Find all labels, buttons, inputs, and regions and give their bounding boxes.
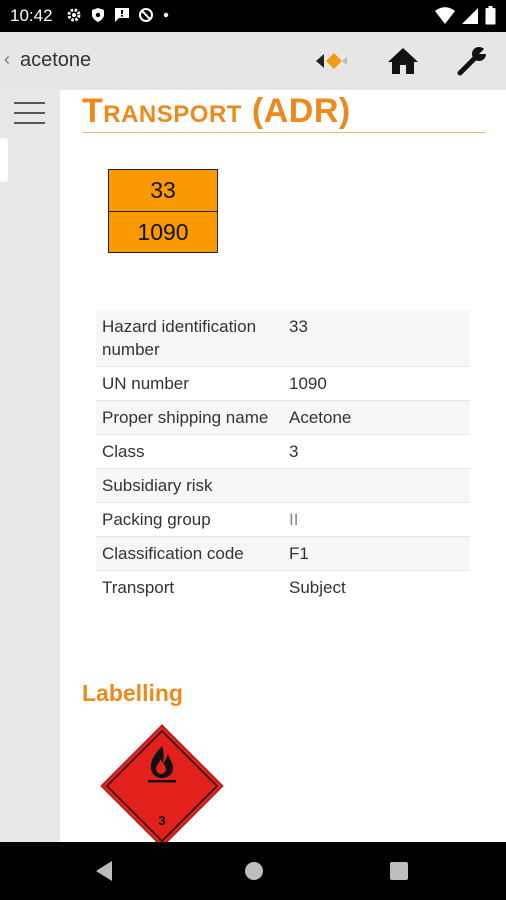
home-button[interactable] [385, 44, 421, 78]
row-label: Proper shipping name [96, 400, 283, 435]
flammable-liquid-label: 3 [100, 724, 224, 842]
wifi-icon [435, 6, 455, 24]
title-divider [82, 132, 486, 133]
status-bar: 10:42 [0, 0, 506, 32]
side-panel-tab[interactable] [0, 138, 8, 182]
menu-button[interactable] [14, 100, 46, 126]
row-label: Transport [102, 578, 175, 597]
message-icon [115, 8, 129, 22]
table-row: Subsidiary risk [96, 468, 470, 503]
transport-properties-table: Hazard identification number 33 UN number… [96, 310, 470, 604]
nav-home-icon[interactable] [241, 858, 267, 884]
row-value: 1090 [283, 366, 470, 401]
row-value: 33 [283, 310, 470, 367]
table-row: Packing group II [96, 502, 470, 537]
signal-icon [462, 7, 478, 24]
status-system-icons [435, 6, 496, 25]
table-row: Transport Subject [96, 571, 470, 605]
row-label: UN number [96, 366, 283, 401]
wrench-icon [457, 47, 487, 76]
row-value: Subject [289, 578, 346, 597]
route-transport-button[interactable] [313, 44, 349, 78]
status-time: 10:42 [10, 6, 53, 25]
page-title: Transport (ADR) [82, 92, 351, 130]
settings-button[interactable] [454, 44, 490, 78]
row-label: Hazard identification number [96, 310, 283, 367]
row-value: F1 [283, 536, 470, 571]
system-nav-bar [0, 842, 506, 900]
row-label: Packing group [96, 502, 283, 537]
row-label: Classification code [96, 536, 283, 571]
adr-orange-plate: 33 1090 [108, 169, 218, 253]
status-notification-icons [66, 7, 170, 23]
table-row: Proper shipping name Acetone [96, 400, 470, 435]
table-row: Class 3 [96, 434, 470, 469]
row-value [283, 468, 470, 503]
table-row: Classification code F1 [96, 536, 470, 571]
nav-back-icon[interactable] [92, 858, 118, 884]
battery-icon [485, 6, 496, 25]
plate-un-number: 1090 [137, 219, 189, 245]
table-row: UN number 1090 [96, 366, 470, 401]
main-content: Transport (ADR) 33 1090 Hazard identific… [60, 90, 506, 842]
route-transport-icon [316, 53, 347, 69]
row-value: Acetone [283, 400, 470, 435]
dot-icon [163, 12, 169, 18]
plate-hazard-id: 33 [109, 170, 217, 212]
gear-icon [67, 8, 81, 22]
back-chevron-icon[interactable]: ‹ [4, 49, 10, 70]
shield-icon [92, 8, 104, 22]
home-icon [388, 48, 418, 74]
hazard-class-number: 3 [158, 813, 165, 828]
row-value: 3 [283, 434, 470, 469]
row-label: Subsidiary risk [96, 468, 283, 503]
row-value: II [283, 502, 470, 537]
back-title[interactable]: acetone [20, 49, 91, 72]
do-not-disturb-icon [139, 8, 153, 22]
nav-recents-icon[interactable] [386, 858, 412, 884]
labelling-heading: Labelling [82, 680, 183, 706]
row-label: Class [96, 434, 283, 469]
app-bar: ‹ acetone [0, 32, 506, 91]
table-row: Hazard identification number 33 [96, 310, 470, 367]
sidebar [0, 90, 60, 842]
